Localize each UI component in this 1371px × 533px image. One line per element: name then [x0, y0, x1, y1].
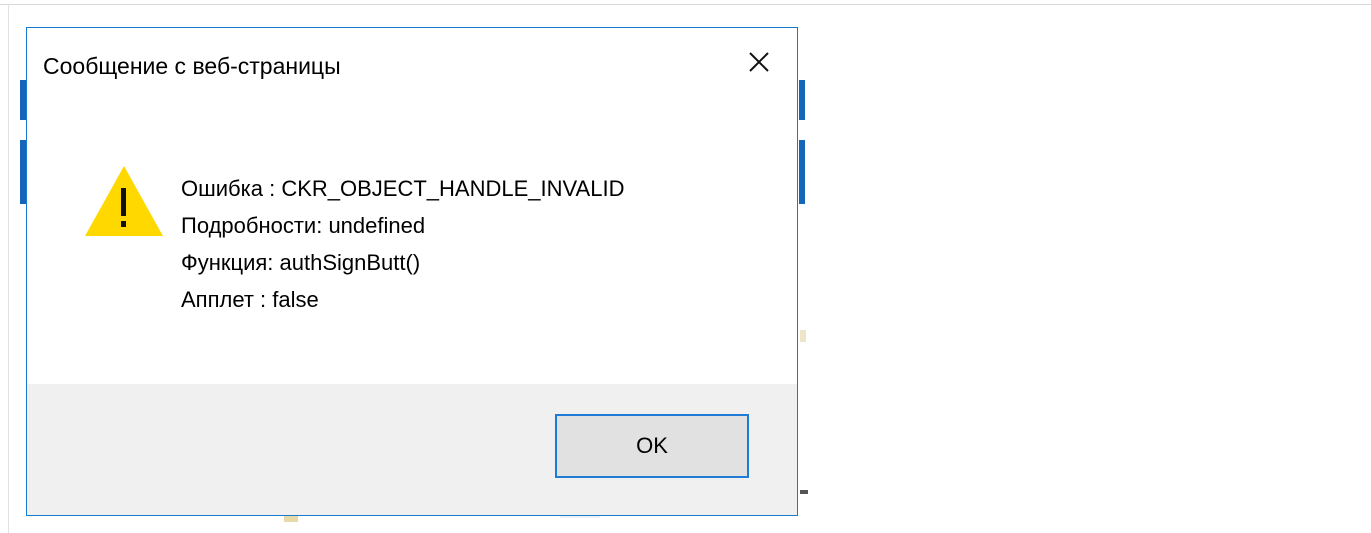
message-dialog: Сообщение с веб-страницы Ошибка : CKR_OB… [26, 27, 798, 516]
dialog-content: Ошибка : CKR_OBJECT_HANDLE_INVALID Подро… [27, 108, 797, 384]
error-line: Ошибка : CKR_OBJECT_HANDLE_INVALID [181, 176, 625, 201]
dialog-footer: OK [27, 384, 797, 515]
details-line: Подробности: undefined [181, 213, 426, 238]
background-element-right [799, 80, 805, 204]
warning-icon [85, 166, 163, 236]
applet-line: Апплет : false [181, 287, 319, 312]
close-icon [749, 52, 769, 72]
background-fragment [800, 490, 808, 494]
page-background: Сообщение с веб-страницы Ошибка : CKR_OB… [0, 0, 1371, 533]
function-line: Функция: authSignButt() [181, 250, 421, 275]
message-text: Ошибка : CKR_OBJECT_HANDLE_INVALID Подро… [181, 170, 624, 318]
dialog-title: Сообщение с веб-страницы [43, 53, 341, 79]
page-divider-left [8, 4, 9, 533]
ok-button[interactable]: OK [555, 414, 749, 478]
close-button[interactable] [735, 42, 783, 82]
background-fragment [800, 330, 806, 342]
page-divider-top [0, 4, 1371, 5]
dialog-title-bar[interactable]: Сообщение с веб-страницы [27, 28, 797, 108]
